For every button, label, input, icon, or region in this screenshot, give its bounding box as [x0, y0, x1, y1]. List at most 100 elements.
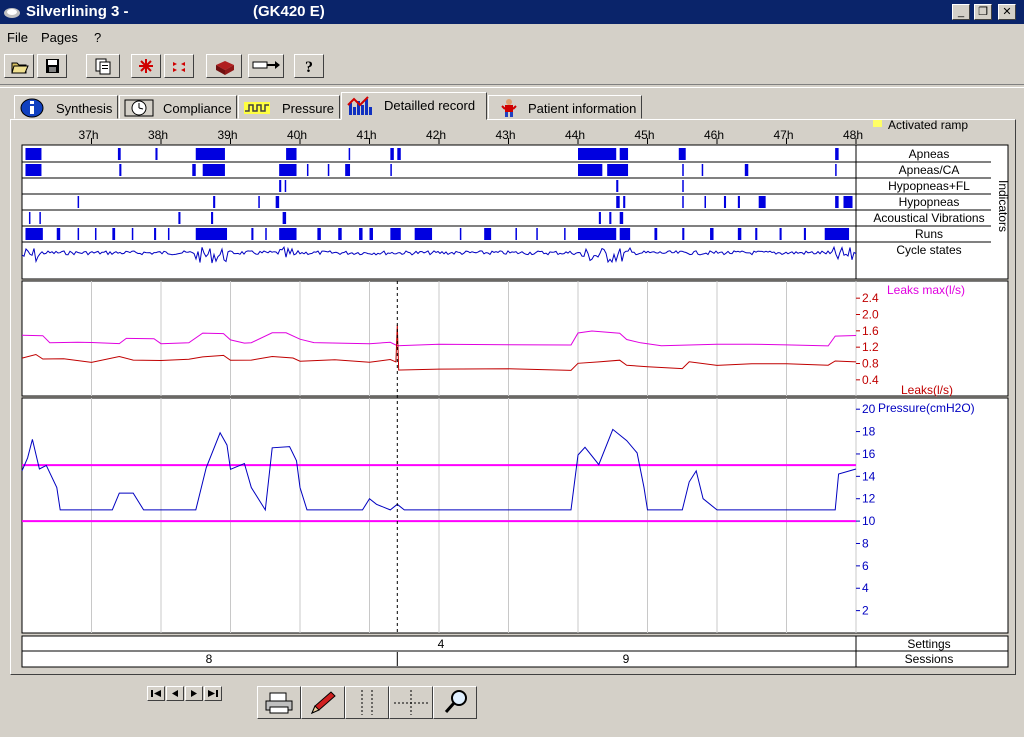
- indicator-event: [459, 228, 462, 240]
- indicator-event: [682, 196, 684, 208]
- pressure-axis-label: Pressure(cmH2O): [878, 401, 975, 415]
- tab-synthesis[interactable]: Synthesis: [14, 95, 118, 119]
- app-logo-icon: [4, 8, 20, 18]
- save-button[interactable]: [37, 54, 67, 78]
- leaks-tick-label: 0.8: [862, 357, 879, 371]
- detailled-record-chart: 37h 38h 39h 40h 41h 42h 43h 44h 45h 46h 47h 48h Acti…: [21, 120, 1010, 668]
- indicator-event: [619, 228, 631, 240]
- indicator-event: [843, 196, 853, 208]
- indicator-event: [390, 228, 401, 240]
- open-button[interactable]: [4, 54, 34, 78]
- indicator-event: [286, 148, 297, 160]
- indicator-event: [348, 148, 351, 160]
- settings-label: Settings: [907, 637, 950, 651]
- indicator-event: [25, 164, 42, 176]
- indicator-event: [397, 148, 401, 160]
- indicator-event: [390, 148, 394, 160]
- time-tick-label: 45h: [634, 128, 654, 142]
- time-tick-label: 43h: [495, 128, 515, 142]
- tab-pressure-label: Pressure: [282, 101, 335, 116]
- minimize-button[interactable]: _: [952, 4, 970, 20]
- annotate-button[interactable]: [301, 686, 345, 719]
- zoom-button[interactable]: [433, 686, 477, 719]
- detailled-record-panel: 37h 38h 39h 40h 41h 42h 43h 44h 45h 46h 47h 48h Acti…: [10, 119, 1016, 675]
- previous-page-button[interactable]: [166, 686, 184, 701]
- tab-patient-information[interactable]: Patient information: [488, 95, 642, 119]
- print-button[interactable]: [257, 686, 301, 719]
- menu-pages[interactable]: Pages: [41, 30, 78, 45]
- indicator-event: [251, 228, 254, 240]
- print-copies-button[interactable]: [86, 54, 120, 78]
- pressure-tick-label: 16: [862, 447, 876, 461]
- indicator-label: Runs: [915, 227, 943, 241]
- indicator-event: [414, 228, 433, 240]
- device-name: (GK420 E): [253, 3, 325, 20]
- indicator-event: [723, 196, 727, 208]
- pressure-tick-label: 20: [862, 402, 876, 416]
- indicator-event: [155, 148, 158, 160]
- indicator-event: [131, 228, 134, 240]
- indicator-event: [119, 164, 122, 176]
- indicator-event: [515, 228, 517, 240]
- pressure-tick-label: 18: [862, 425, 876, 439]
- expand-icon: [139, 59, 153, 73]
- indicator-event: [282, 212, 287, 224]
- toolbar: ?: [4, 54, 604, 80]
- indicator-event: [211, 212, 214, 224]
- indicator-event: [345, 164, 351, 176]
- first-page-button[interactable]: [147, 686, 165, 701]
- indicator-event: [704, 196, 706, 208]
- indicator-event: [195, 228, 228, 240]
- time-tick-label: 42h: [426, 128, 446, 142]
- indicator-label: Apneas: [909, 147, 950, 161]
- indicator-event: [117, 148, 121, 160]
- indicator-event: [824, 228, 850, 240]
- indicator-event: [338, 228, 342, 240]
- collapse-button[interactable]: [164, 54, 194, 78]
- session-value: 9: [623, 652, 630, 666]
- indicator-event: [744, 164, 749, 176]
- help-button[interactable]: ?: [294, 54, 324, 78]
- indicator-event: [835, 196, 839, 208]
- tab-pressure[interactable]: Pressure: [238, 95, 340, 119]
- tab-compliance[interactable]: Compliance: [119, 95, 237, 119]
- tab-detailled-record[interactable]: Detailled record: [341, 92, 487, 120]
- transfer-button[interactable]: [248, 54, 284, 78]
- indicator-event: [803, 228, 806, 240]
- crosshair-icon: [394, 690, 428, 715]
- leaks-legend: Leaks(l/s): [901, 383, 953, 397]
- indicator-event: [25, 148, 42, 160]
- pressure-wave-icon: [244, 102, 270, 114]
- indicator-event: [77, 228, 80, 240]
- menu-file[interactable]: File: [7, 30, 28, 45]
- indicator-event: [564, 228, 566, 240]
- indicator-event: [737, 196, 740, 208]
- pressure-tick-label: 4: [862, 581, 869, 595]
- leaks-tick-label: 0.4: [862, 373, 879, 387]
- pressure-tick-label: 2: [862, 604, 869, 618]
- menu-bar: File Pages ?: [0, 27, 1024, 49]
- indicator-event: [578, 148, 617, 160]
- indicator-event: [616, 180, 619, 192]
- crosshair-button[interactable]: [389, 686, 433, 719]
- indicator-event: [835, 148, 839, 160]
- time-tick-label: 40h: [287, 128, 307, 142]
- time-tick-label: 47h: [773, 128, 793, 142]
- leaks-tick-label: 2.0: [862, 308, 879, 322]
- indicator-event: [682, 164, 684, 176]
- device-button[interactable]: [206, 54, 242, 78]
- indicator-event: [835, 164, 837, 176]
- expand-button[interactable]: [131, 54, 161, 78]
- indicator-label: Hypopneas: [899, 195, 960, 209]
- menu-help[interactable]: ?: [94, 30, 101, 45]
- open-folder-icon: [11, 62, 29, 74]
- close-button[interactable]: ✕: [998, 4, 1016, 20]
- indicator-event: [279, 180, 282, 192]
- next-page-button[interactable]: [185, 686, 203, 701]
- next-icon: [191, 690, 197, 697]
- last-page-button[interactable]: [204, 686, 222, 701]
- vertical-cursor-button[interactable]: [345, 686, 389, 719]
- first-icon: [151, 690, 161, 697]
- settings-value: 4: [438, 637, 445, 651]
- restore-button[interactable]: ❐: [974, 4, 992, 20]
